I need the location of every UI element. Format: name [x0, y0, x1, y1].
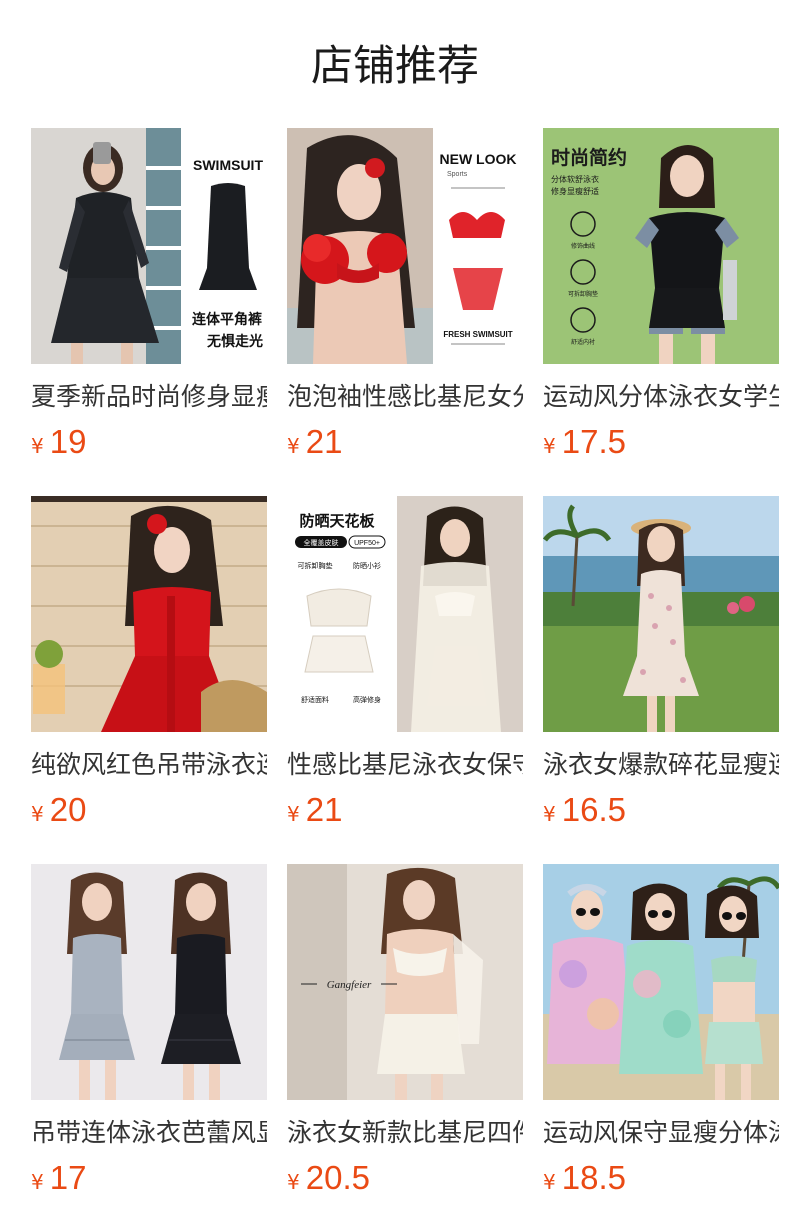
- product-photo-black-swim-dress-icon: SWIMSUIT 连体平角裤 无惧走光: [31, 128, 267, 364]
- product-image[interactable]: [543, 864, 779, 1100]
- product-price: ¥19: [31, 420, 267, 464]
- badge2-text: UPF50+: [354, 540, 380, 547]
- currency-symbol: ¥: [287, 434, 300, 458]
- currency-symbol: ¥: [287, 1170, 300, 1194]
- currency-symbol: ¥: [31, 802, 44, 826]
- feature1-text: 修饰曲线: [571, 242, 595, 250]
- product-image[interactable]: 时尚简约 分体软舒泳衣 修身显瘦舒适 修饰曲线 可拆卸胸垫 舒适内衬: [543, 128, 779, 364]
- product-image[interactable]: [543, 496, 779, 732]
- currency-symbol: ¥: [31, 434, 44, 458]
- badge1-text: 全覆盖皮肤: [304, 538, 339, 547]
- product-photo-white-bikini-set-icon: 防晒天花板 全覆盖皮肤 UPF50+ 可拆卸胸垫 防晒小衫 舒适面料 高弹修身: [287, 496, 523, 732]
- product-price: ¥20: [31, 788, 267, 832]
- price-value: 20.5: [305, 1159, 370, 1196]
- product-card[interactable]: 运动风保守显瘦分体泳衣 ¥18.5: [543, 864, 779, 1204]
- product-image[interactable]: [31, 496, 267, 732]
- price-value: 16.5: [561, 791, 626, 828]
- feature2-text: 防晒小衫: [353, 561, 381, 570]
- product-price: ¥21: [287, 788, 523, 832]
- overlay-title-text: 防晒天花板: [299, 512, 375, 530]
- product-card[interactable]: 泳衣女爆款碎花显瘦连体 ¥16.5: [543, 496, 779, 836]
- product-photo-red-dress-icon: [31, 496, 267, 732]
- currency-symbol: ¥: [543, 434, 556, 458]
- overlay-sub-text: 分体软舒泳衣: [551, 174, 599, 184]
- product-photo-tie-dye-set-icon: [543, 864, 779, 1100]
- feature1-text: 可拆卸胸垫: [298, 561, 333, 570]
- product-photo-ruffle-swim-dresses-icon: [31, 864, 267, 1100]
- price-value: 21: [305, 791, 343, 828]
- product-image[interactable]: SWIMSUIT 连体平角裤 无惧走光: [31, 128, 267, 364]
- currency-symbol: ¥: [31, 1170, 44, 1194]
- feature2-text: 可拆卸胸垫: [568, 290, 598, 298]
- product-price: ¥17.5: [543, 420, 779, 464]
- feature3-text: 舒适内衬: [571, 338, 595, 346]
- price-value: 17.5: [561, 423, 626, 460]
- product-photo-white-wrap-bikini-icon: Gangfeier: [287, 864, 523, 1100]
- product-price: ¥21: [287, 420, 523, 464]
- overlay-title-text: 时尚简约: [551, 146, 627, 169]
- watermark-text: Gangfeier: [327, 979, 372, 991]
- feature3-text: 舒适面料: [301, 695, 329, 704]
- product-title[interactable]: 泡泡袖性感比基尼女分体泳衣: [287, 380, 523, 414]
- product-price: ¥17: [31, 1156, 267, 1200]
- overlay-line1-text: 连体平角裤: [192, 311, 262, 327]
- overlay-line2-text: 无惧走光: [206, 333, 263, 349]
- product-card[interactable]: 防晒天花板 全覆盖皮肤 UPF50+ 可拆卸胸垫 防晒小衫 舒适面料 高弹修身 …: [287, 496, 523, 836]
- overlay-sports-text: Sports: [447, 171, 468, 178]
- product-title[interactable]: 泳衣女新款比基尼四件套: [287, 1116, 523, 1150]
- product-title[interactable]: 泳衣女爆款碎花显瘦连体: [543, 748, 779, 782]
- product-photo-red-bikini-icon: NEW LOOK Sports FRESH SWIMSUIT: [287, 128, 523, 364]
- price-value: 17: [49, 1159, 87, 1196]
- currency-symbol: ¥: [287, 802, 300, 826]
- product-title[interactable]: 夏季新品时尚修身显瘦长袖连体泳衣: [31, 380, 267, 414]
- product-card[interactable]: 吊带连体泳衣芭蕾风显瘦 ¥17: [31, 864, 267, 1204]
- product-image[interactable]: 防晒天花板 全覆盖皮肤 UPF50+ 可拆卸胸垫 防晒小衫 舒适面料 高弹修身: [287, 496, 523, 732]
- product-image[interactable]: Gangfeier: [287, 864, 523, 1100]
- currency-symbol: ¥: [543, 802, 556, 826]
- product-price: ¥18.5: [543, 1156, 779, 1200]
- page-title: 店铺推荐: [310, 41, 479, 90]
- overlay-newlook-text: NEW LOOK: [440, 151, 517, 167]
- product-card[interactable]: SWIMSUIT 连体平角裤 无惧走光 夏季新品时尚修身显瘦长袖连体泳衣 ¥19: [31, 128, 267, 468]
- price-value: 20: [49, 791, 87, 828]
- overlay-fresh-text: FRESH SWIMSUIT: [443, 330, 512, 339]
- product-title[interactable]: 性感比基尼泳衣女保守三件套: [287, 748, 523, 782]
- currency-symbol: ¥: [543, 1170, 556, 1194]
- product-photo-floral-swimsuit-icon: [543, 496, 779, 732]
- product-card[interactable]: NEW LOOK Sports FRESH SWIMSUIT 泡泡袖性感比基尼女…: [287, 128, 523, 468]
- price-value: 21: [305, 423, 343, 460]
- product-card[interactable]: 纯欲风红色吊带泳衣连体 ¥20: [31, 496, 267, 836]
- product-image[interactable]: NEW LOOK Sports FRESH SWIMSUIT: [287, 128, 523, 364]
- feature4-text: 高弹修身: [353, 695, 381, 704]
- price-value: 18.5: [561, 1159, 626, 1196]
- product-price: ¥20.5: [287, 1156, 523, 1200]
- price-value: 19: [49, 423, 87, 460]
- overlay-swimsuit-text: SWIMSUIT: [193, 157, 263, 173]
- product-title[interactable]: 纯欲风红色吊带泳衣连体: [31, 748, 267, 782]
- product-photo-sport-swimsuit-icon: 时尚简约 分体软舒泳衣 修身显瘦舒适 修饰曲线 可拆卸胸垫 舒适内衬: [543, 128, 779, 364]
- product-title[interactable]: 运动风分体泳衣女学生保守: [543, 380, 779, 414]
- overlay-sub2-text: 修身显瘦舒适: [551, 186, 599, 196]
- product-price: ¥16.5: [543, 788, 779, 832]
- product-card[interactable]: 时尚简约 分体软舒泳衣 修身显瘦舒适 修饰曲线 可拆卸胸垫 舒适内衬 运动风分体…: [543, 128, 779, 468]
- product-title[interactable]: 运动风保守显瘦分体泳衣: [543, 1116, 779, 1150]
- product-image[interactable]: [31, 864, 267, 1100]
- product-title[interactable]: 吊带连体泳衣芭蕾风显瘦: [31, 1116, 267, 1150]
- product-card[interactable]: Gangfeier 泳衣女新款比基尼四件套 ¥20.5: [287, 864, 523, 1204]
